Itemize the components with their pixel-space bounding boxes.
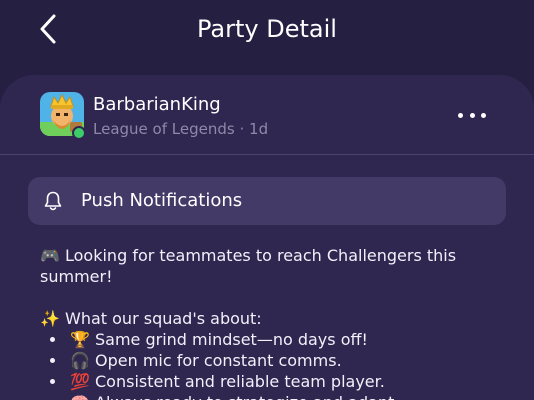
list-item: 💯 Consistent and reliable team player. bbox=[40, 371, 500, 392]
party-post-card: BarbarianKing League of Legends · 1d Pus… bbox=[0, 75, 534, 400]
post-body: 🎮 Looking for teammates to reach Challen… bbox=[40, 245, 500, 400]
section-heading: ✨ What our squad's about: bbox=[40, 309, 262, 328]
more-horizontal-icon bbox=[458, 112, 463, 118]
push-notifications-button[interactable]: Push Notifications bbox=[28, 177, 506, 225]
bell-icon bbox=[44, 191, 62, 211]
list-item: 🎧 Open mic for constant comms. bbox=[40, 350, 500, 371]
username[interactable]: BarbarianKing bbox=[93, 93, 221, 117]
top-app-bar: Party Detail bbox=[0, 0, 534, 75]
game-name: League of Legends bbox=[93, 120, 235, 138]
more-horizontal-icon-dot bbox=[469, 112, 475, 118]
post-header: BarbarianKing League of Legends · 1d bbox=[0, 75, 534, 155]
meta-separator: · bbox=[239, 120, 245, 138]
more-options-button[interactable] bbox=[458, 105, 486, 125]
post-meta: League of Legends · 1d bbox=[93, 119, 268, 139]
post-age: 1d bbox=[249, 120, 269, 138]
post-intro: 🎮 Looking for teammates to reach Challen… bbox=[40, 246, 457, 286]
online-status-indicator bbox=[72, 126, 86, 140]
page-title: Party Detail bbox=[197, 15, 337, 43]
more-horizontal-icon-dot bbox=[481, 112, 486, 118]
push-notifications-label: Push Notifications bbox=[81, 190, 243, 211]
list-item: 🏆 Same grind mindset—no days off! bbox=[40, 329, 500, 350]
bullet-list: 🏆 Same grind mindset—no days off! 🎧 Open… bbox=[40, 329, 500, 400]
list-item: 🧠 Always ready to strategize and adapt bbox=[40, 392, 500, 400]
